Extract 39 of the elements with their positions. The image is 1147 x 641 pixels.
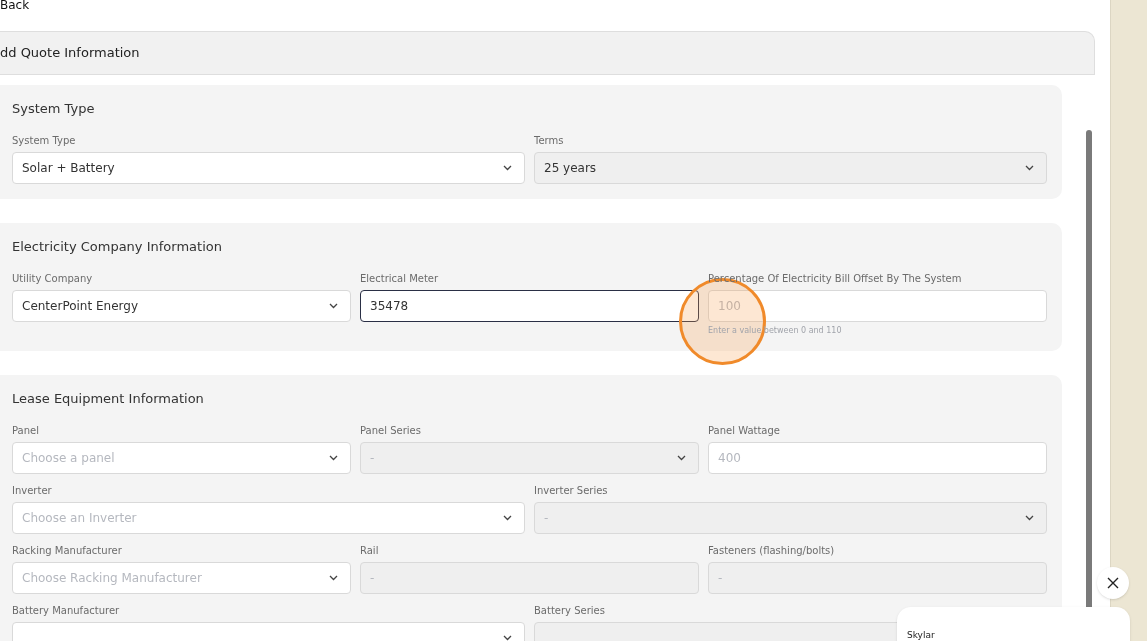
field-label: Percentage Of Electricity Bill Offset By The System (708, 272, 962, 285)
select-field[interactable]: Choose an Inverter (12, 502, 525, 534)
section-title: Lease Equipment Information (12, 390, 205, 408)
field-label: Panel (12, 424, 39, 437)
chevron-down-icon (329, 455, 338, 461)
field-label: System Type (12, 134, 76, 147)
field-label: Fasteners (flashing/bolts) (708, 544, 835, 557)
field-label: Inverter (12, 484, 52, 497)
field-label: Battery Series (534, 604, 605, 617)
field-label: Electrical Meter (360, 272, 439, 285)
field-label: Racking Manufacturer (12, 544, 122, 557)
field-label: Utility Company (12, 272, 93, 285)
chevron-down-icon (677, 455, 686, 461)
select-field[interactable]: Choose Racking Manufacturer (12, 562, 351, 594)
input-field[interactable]: 35478 (360, 290, 699, 322)
page-title: dd Quote Information (0, 44, 140, 63)
chevron-down-icon (329, 303, 338, 309)
section-title: System Type (12, 100, 96, 118)
field-label: Panel Wattage (708, 424, 780, 437)
select-field[interactable]: CenterPoint Energy (12, 290, 351, 322)
chat-agent-name: Skylar (907, 630, 935, 640)
field-label: Panel Series (360, 424, 421, 437)
input-field[interactable]: 400 (708, 442, 1047, 474)
field-label: Terms (534, 134, 564, 147)
chevron-down-icon (503, 635, 512, 641)
section-title: Electricity Company Information (12, 238, 223, 256)
chevron-down-icon (1025, 515, 1034, 521)
chevron-down-icon (503, 165, 512, 171)
chevron-down-icon (329, 575, 338, 581)
chevron-down-icon (503, 515, 512, 521)
select-field[interactable]: Choose a panel (12, 442, 351, 474)
close-icon (1107, 577, 1119, 589)
back-link[interactable]: Back (0, 0, 1110, 11)
field-label: Battery Manufacturer (12, 604, 120, 617)
chevron-down-icon (1025, 165, 1034, 171)
select-field[interactable]: Solar + Battery (12, 152, 525, 184)
input-field[interactable]: 100 (708, 290, 1047, 322)
field-label: Inverter Series (534, 484, 608, 497)
field-label: Rail (360, 544, 379, 557)
